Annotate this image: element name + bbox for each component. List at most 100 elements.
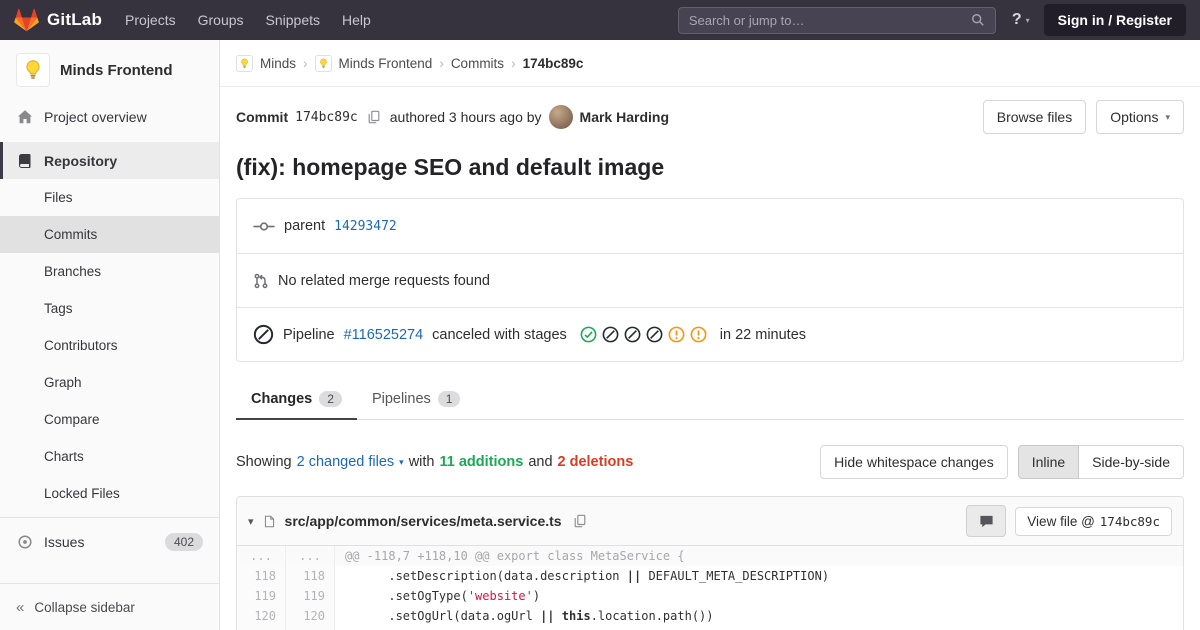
options-dropdown-button[interactable]: Options ▾ — [1096, 100, 1184, 134]
collapse-sidebar-button[interactable]: « Collapse sidebar — [0, 583, 219, 630]
breadcrumb-link-commits[interactable]: Commits — [451, 56, 504, 71]
sidebar-item-project-overview[interactable]: Project overview — [0, 98, 219, 135]
diff-old-line-number[interactable]: 118 — [237, 566, 286, 586]
sidebar-item-label: Issues — [44, 533, 85, 550]
pipeline-prefix: Pipeline — [283, 326, 335, 343]
tab-pipelines[interactable]: Pipelines 1 — [357, 380, 476, 420]
diff-hunk-row: ...... @@ -118,7 +118,10 @@ export class … — [237, 546, 1183, 566]
search-input[interactable] — [688, 12, 965, 28]
commit-sha: 174bc89c — [295, 109, 358, 125]
gitlab-home-link[interactable]: GitLab — [14, 8, 102, 32]
sidebar-item-graph[interactable]: Graph — [0, 364, 219, 401]
sidebar-item-issues[interactable]: Issues 402 — [0, 523, 219, 560]
sidebar-item-repository[interactable]: Repository — [0, 142, 219, 179]
diff-code-cell: .setDescription(data.description || DEFA… — [335, 566, 1183, 586]
sidebar-item-contributors[interactable]: Contributors — [0, 327, 219, 364]
navbar-item-snippets[interactable]: Snippets — [255, 12, 331, 28]
help-dropdown[interactable]: ? ▾ — [1012, 11, 1030, 29]
navbar-item-groups[interactable]: Groups — [187, 12, 255, 28]
hide-whitespace-button[interactable]: Hide whitespace changes — [820, 445, 1008, 479]
project-header[interactable]: Minds Frontend — [0, 40, 219, 98]
breadcrumb-separator-icon: › — [439, 55, 444, 71]
breadcrumb-separator-icon: › — [303, 55, 308, 71]
diff-old-line-number[interactable]: 119 — [237, 586, 286, 606]
diff-new-line-number[interactable]: 121 — [286, 626, 335, 630]
project-avatar — [16, 53, 50, 87]
and-label: and — [528, 454, 553, 470]
author-avatar[interactable] — [548, 105, 573, 129]
diff-toolbar: Showing 2 changed files ▾ with 11 additi… — [236, 445, 1184, 479]
diff-line-row: 119 119 .setOgType('website') — [237, 586, 1183, 606]
copy-file-path-button[interactable] — [571, 512, 589, 530]
diff-line-row: 118 118 .setDescription(data.description … — [237, 566, 1183, 586]
sidebar-item-charts[interactable]: Charts — [0, 438, 219, 475]
code-token: .setOgUrl(data.ogUrl — [345, 609, 541, 623]
code-token: .setDescription(data.description — [345, 569, 627, 583]
breadcrumb-link-minds-frontend[interactable]: Minds Frontend — [339, 56, 433, 71]
sign-in-button[interactable]: Sign in / Register — [1043, 4, 1186, 36]
commit-actions: Browse files Options ▾ — [982, 100, 1184, 134]
parent-sha-link[interactable]: 14293472 — [334, 219, 397, 234]
sidebar-divider — [0, 517, 219, 518]
pipeline-stage-warning-icon[interactable] — [690, 326, 707, 343]
sidebar-item-locked-files[interactable]: Locked Files — [0, 475, 219, 512]
diff-new-line-number[interactable]: 120 — [286, 606, 335, 626]
code-token: .setOgType( — [345, 589, 468, 603]
diff-file-header: ▾ src/app/common/services/meta.service.t… — [237, 497, 1183, 546]
changed-files-dropdown[interactable]: 2 changed files ▾ — [297, 454, 404, 470]
sidebar-item-branches[interactable]: Branches — [0, 253, 219, 290]
breadcrumb-project-avatar — [236, 54, 253, 72]
search-box[interactable] — [677, 6, 996, 34]
browse-files-button[interactable]: Browse files — [982, 100, 1087, 134]
diff-code-cell: @@ -118,7 +118,10 @@ export class MetaSe… — [335, 546, 1183, 566]
navbar-item-help[interactable]: Help — [331, 12, 382, 28]
chevron-down-icon: ▾ — [1025, 15, 1030, 25]
breadcrumb-link-minds[interactable]: Minds — [260, 56, 296, 71]
code-token: 'website' — [467, 589, 533, 603]
sidebar-item-compare[interactable]: Compare — [0, 401, 219, 438]
pipeline-stage-success-icon[interactable] — [580, 326, 597, 343]
diff-old-line-number[interactable]: 120 — [237, 606, 286, 626]
diff-new-line-number[interactable]: 118 — [286, 566, 335, 586]
author-link[interactable]: Mark Harding — [580, 109, 669, 125]
commit-icon — [253, 220, 275, 233]
view-file-button[interactable]: View file @ 174bc89c — [1015, 506, 1172, 536]
diff-new-line-number[interactable]: 119 — [286, 586, 335, 606]
diff-old-line-number[interactable]: 121 — [237, 626, 286, 630]
help-icon: ? — [1011, 11, 1022, 28]
repository-icon — [16, 153, 33, 169]
collapse-label: Collapse sidebar — [34, 599, 135, 615]
sidebar-item-tags[interactable]: Tags — [0, 290, 219, 327]
pipeline-status-text: canceled with stages — [432, 326, 567, 343]
diff-file-card: ▾ src/app/common/services/meta.service.t… — [236, 496, 1184, 630]
navbar-item-projects[interactable]: Projects — [114, 12, 187, 28]
collapse-file-chevron-icon[interactable]: ▾ — [248, 515, 254, 528]
brand-name: GitLab — [47, 10, 103, 29]
diff-old-line-number[interactable]: ... — [237, 546, 286, 566]
tab-changes[interactable]: Changes 2 — [236, 380, 357, 420]
tabs: Changes 2 Pipelines 1 — [236, 380, 1184, 420]
diff-new-line-number[interactable]: ... — [286, 546, 335, 566]
breadcrumb: Minds › Minds Frontend › Commits › 174bc89c — [220, 40, 1200, 87]
pipeline-stage-canceled-icon[interactable] — [624, 326, 641, 343]
pipeline-stage-warning-icon[interactable] — [668, 326, 685, 343]
tab-count-badge: 2 — [319, 391, 342, 407]
diff-code-cell: .setOgType('website') — [335, 586, 1183, 606]
tab-label: Pipelines — [371, 391, 431, 407]
copy-sha-button[interactable] — [365, 108, 383, 126]
sidebar-item-files[interactable]: Files — [0, 179, 219, 216]
pipeline-canceled-icon — [253, 324, 274, 345]
pipeline-stage-canceled-icon[interactable] — [602, 326, 619, 343]
code-token: || — [626, 569, 642, 583]
sidebar-item-commits[interactable]: Commits — [0, 216, 219, 253]
pipeline-stage-canceled-icon[interactable] — [646, 326, 663, 343]
pipeline-link[interactable]: #116525274 — [344, 327, 424, 343]
file-path: src/app/common/services/meta.service.ts — [284, 513, 562, 529]
side-by-side-view-button[interactable]: Side-by-side — [1078, 445, 1184, 479]
inline-view-button[interactable]: Inline — [1017, 445, 1080, 479]
commit-title: (fix): homepage SEO and default image — [236, 154, 665, 180]
toggle-comments-button[interactable] — [966, 505, 1007, 537]
sidebar: Minds Frontend Project overview Reposito… — [0, 40, 220, 630]
with-label: with — [408, 454, 435, 470]
